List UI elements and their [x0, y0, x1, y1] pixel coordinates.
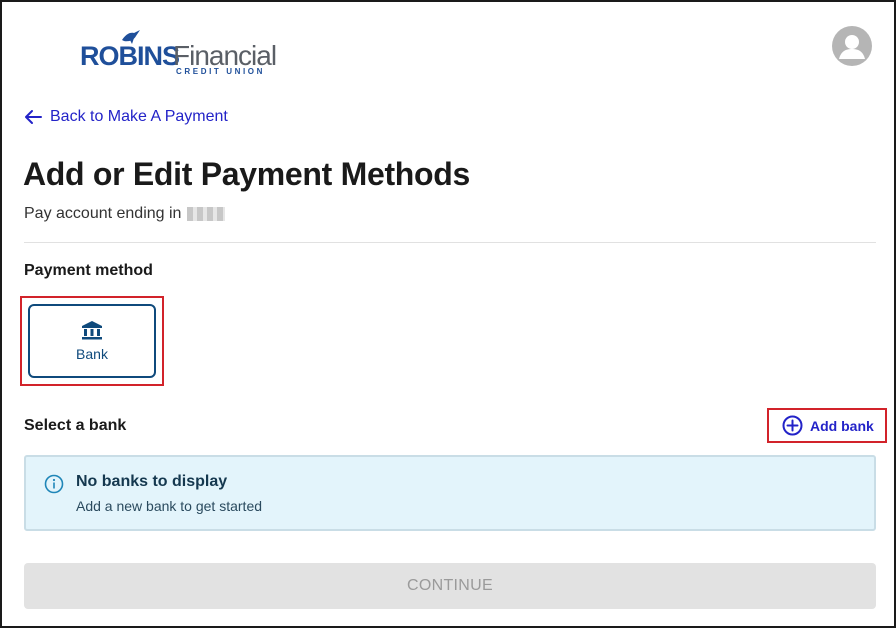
plus-circle-icon [782, 415, 803, 436]
account-subtitle-text: Pay account ending in [24, 205, 182, 222]
divider [24, 242, 876, 243]
info-icon [44, 474, 64, 494]
logo-text-credit-union: CREDIT UNION [176, 67, 265, 76]
page-title: Add or Edit Payment Methods [23, 156, 471, 192]
robins-financial-logo[interactable]: ROBINS Financial CREDIT UNION [80, 28, 280, 80]
payment-method-bank-option[interactable]: Bank [28, 304, 156, 378]
back-to-payment-link[interactable]: Back to Make A Payment [24, 108, 228, 126]
empty-banks-notice: No banks to display Add a new bank to ge… [24, 455, 876, 531]
user-avatar-icon [839, 35, 865, 59]
continue-button[interactable]: CONTINUE [24, 563, 876, 609]
bank-icon [82, 321, 102, 340]
add-bank-button[interactable]: Add bank [782, 415, 874, 436]
masked-account-number [187, 207, 226, 221]
empty-banks-title: No banks to display [76, 473, 228, 490]
app-frame: ROBINS Financial CREDIT UNION Back to Ma… [0, 0, 896, 628]
account-subtitle: Pay account ending in [24, 205, 226, 223]
arrow-left-icon [25, 110, 42, 124]
select-bank-label: Select a bank [24, 417, 127, 434]
back-link-label: Back to Make A Payment [50, 108, 228, 125]
logo-text-robins: ROBINS [80, 41, 180, 71]
add-bank-label: Add bank [810, 417, 874, 434]
payment-method-bank-label: Bank [76, 346, 108, 362]
user-avatar-button[interactable] [832, 26, 872, 66]
payment-method-label: Payment method [24, 262, 153, 279]
empty-banks-description: Add a new bank to get started [76, 498, 263, 514]
